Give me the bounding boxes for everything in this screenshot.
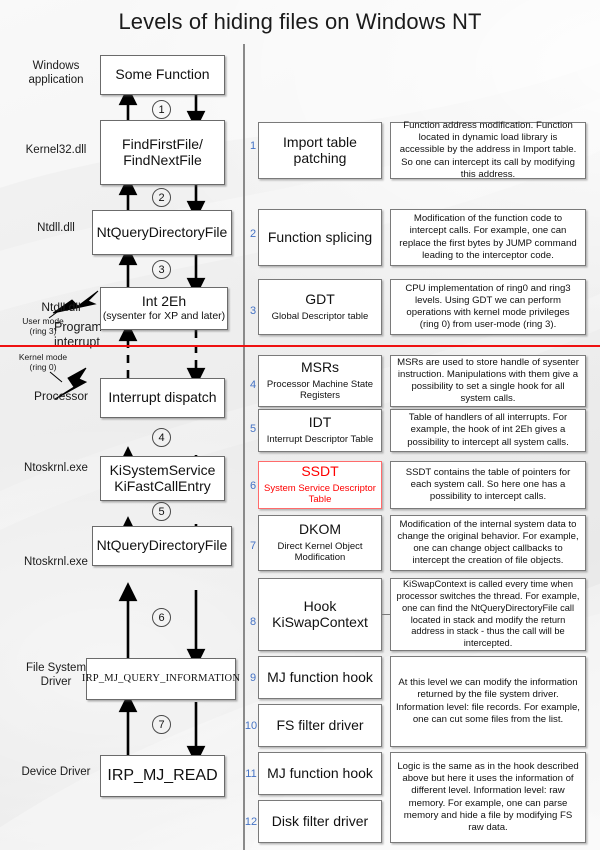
ring-boundary-line (0, 345, 600, 347)
level-box-function-splicing[interactable]: Function splicing (258, 209, 382, 266)
step-circle-1: 1 (152, 100, 171, 119)
level-box-msrs[interactable]: MSRs Processor Machine State Registers (258, 355, 382, 407)
role-label-ntoskrnl-1: Ntoskrnl.exe (24, 462, 88, 474)
level-description-8: KiSwapContext is called every time when … (390, 578, 586, 651)
level-box-fs-filter-driver[interactable]: FS filter driver (258, 704, 382, 747)
level-index-10: 10 (244, 720, 258, 732)
level-box-disk-filter-driver[interactable]: Disk filter driver (258, 800, 382, 843)
step-circle-4: 4 (152, 428, 171, 447)
level-description-1: Function address modification. Function … (390, 120, 586, 180)
level-box-import-table-patching[interactable]: Import table patching (258, 122, 382, 179)
role-label-ntoskrnl-2: Ntoskrnl.exe (24, 556, 88, 568)
annotation-kernel-mode: Kernel mode (ring 0) (18, 352, 68, 373)
level-description-11-12: Logic is the same as in the hook describ… (390, 752, 586, 843)
level-description-6: SSDT contains the table of pointers for … (390, 461, 586, 509)
step-circle-7: 7 (152, 715, 171, 734)
flow-box-irp-mj-read[interactable]: IRP_MJ_READ (100, 755, 225, 797)
flow-box-kisystemservice[interactable]: KiSystemService KiFastCallEntry (100, 456, 225, 501)
level-description-5: Table of handlers of all interrupts. For… (390, 409, 586, 452)
level-box-mj-function-hook-9[interactable]: MJ function hook (258, 656, 382, 699)
role-label-device-driver: Device Driver (21, 766, 91, 778)
level-index-11: 11 (245, 768, 257, 780)
level-box-gdt[interactable]: GDT Global Descriptor table (258, 279, 382, 335)
level-box-ssdt[interactable]: SSDT System Service Descriptor Table (258, 461, 382, 509)
flow-box-irp-mj-query-information[interactable]: IRP_MJ_QUERY_INFORMATION (82, 658, 240, 700)
role-label-kernel32: Kernel32.dll (25, 144, 87, 156)
level-box-hook-kiswapcontext[interactable]: Hook KiSwapContext (258, 578, 382, 651)
level-description-4: MSRs are used to store handle of sysente… (390, 355, 586, 407)
level-box-dkom[interactable]: DKOM Direct Kernel Object Modification (258, 515, 382, 571)
level-box-mj-function-hook-11[interactable]: MJ function hook (258, 752, 382, 795)
flow-box-ntquerydirectoryfile-kernel[interactable]: NtQueryDirectoryFile (92, 526, 232, 566)
flow-box-ntquerydirectoryfile-user[interactable]: NtQueryDirectoryFile (92, 210, 232, 255)
level-index-12: 12 (244, 816, 258, 828)
level-description-7: Modification of the internal system data… (390, 515, 586, 571)
diagram-canvas: Levels of hiding files on Windows NT Win… (0, 0, 600, 850)
role-label-windows-application: Windows application (28, 60, 84, 86)
step-circle-2: 2 (152, 188, 171, 207)
step-circle-5: 5 (152, 502, 171, 521)
level-description-9-10: At this level we can modify the informat… (390, 656, 586, 747)
level-description-2: Modification of the function code to int… (390, 209, 586, 266)
flow-box-interrupt-dispatch[interactable]: Interrupt dispatch (100, 378, 225, 418)
role-label-processor: Processor (33, 389, 89, 403)
role-label-ntdll-2: Ntdll.dll (41, 300, 81, 314)
level-box-idt[interactable]: IDT Interrupt Descriptor Table (258, 409, 382, 452)
flow-box-findfirstfile[interactable]: FindFirstFile/ FindNextFile (100, 120, 225, 185)
step-circle-6: 6 (152, 608, 171, 627)
flow-box-int-2eh[interactable]: Int 2Eh (sysenter for XP and later) (100, 287, 228, 330)
flow-box-some-function[interactable]: Some Function (100, 55, 225, 95)
level-connector-8 (382, 614, 390, 615)
level-description-3: CPU implementation of ring0 and ring3 le… (390, 279, 586, 335)
step-circle-3: 3 (152, 260, 171, 279)
role-label-ntdll-1: Ntdll.dll (37, 222, 75, 234)
